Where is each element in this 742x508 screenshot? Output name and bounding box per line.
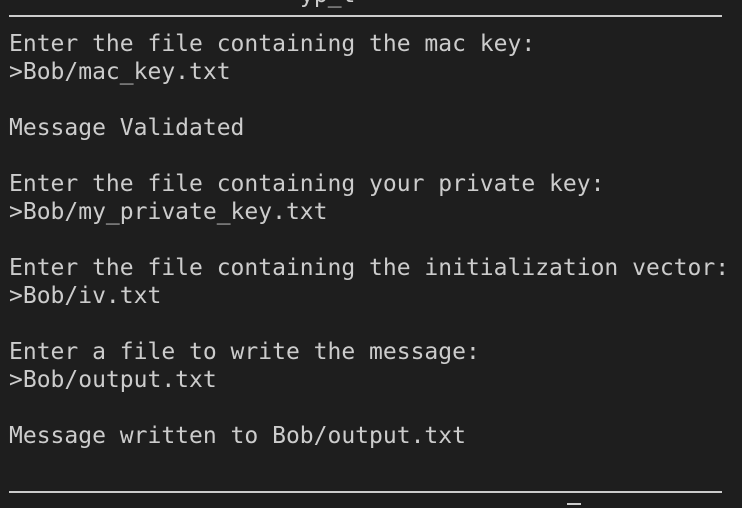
top-separator-rule [9,15,722,17]
input-output-path: >Bob/output.txt [9,367,217,393]
terminal-window[interactable]: yp_t Enter the file containing the mac k… [0,0,742,508]
text-cursor [567,503,581,505]
clipped-top-text: yp_t [300,0,355,7]
prompt-mac-key: Enter the file containing the mac key: [9,31,536,57]
prompt-initialization-vector: Enter the file containing the initializa… [9,255,730,281]
status-message-validated: Message Validated [9,115,245,141]
input-iv-path: >Bob/iv.txt [9,283,162,309]
bottom-separator-rule [9,491,722,493]
input-mac-key-path: >Bob/mac_key.txt [9,59,231,85]
prompt-output-file: Enter a file to write the message: [9,339,480,365]
prompt-private-key: Enter the file containing your private k… [9,171,605,197]
input-private-key-path: >Bob/my_private_key.txt [9,199,328,225]
status-message-written: Message written to Bob/output.txt [9,423,466,449]
